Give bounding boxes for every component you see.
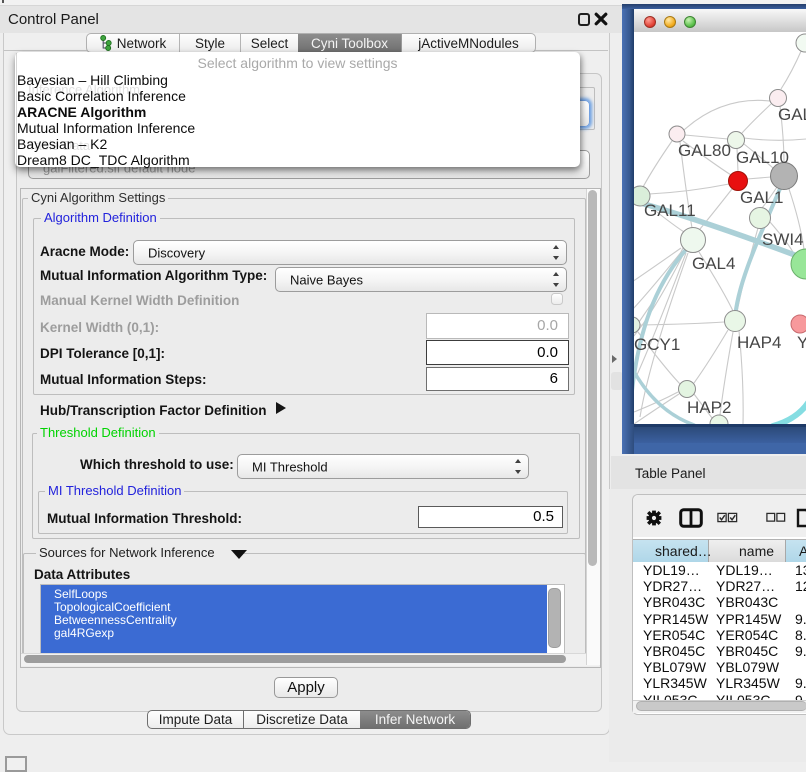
svg-text:GAL11: GAL11 xyxy=(644,201,696,220)
svg-text:GAL2: GAL2 xyxy=(778,105,806,124)
svg-text:SWI4: SWI4 xyxy=(762,230,804,249)
svg-text:GAL1: GAL1 xyxy=(740,188,783,207)
svg-text:HAP4: HAP4 xyxy=(737,333,781,352)
svg-text:YE: YE xyxy=(797,333,806,352)
svg-text:GAL80: GAL80 xyxy=(678,141,731,160)
svg-text:GAL10: GAL10 xyxy=(736,148,789,167)
svg-text:GCY1: GCY1 xyxy=(634,335,680,354)
svg-text:HAP2: HAP2 xyxy=(687,398,731,417)
svg-text:GAL4: GAL4 xyxy=(692,254,735,273)
